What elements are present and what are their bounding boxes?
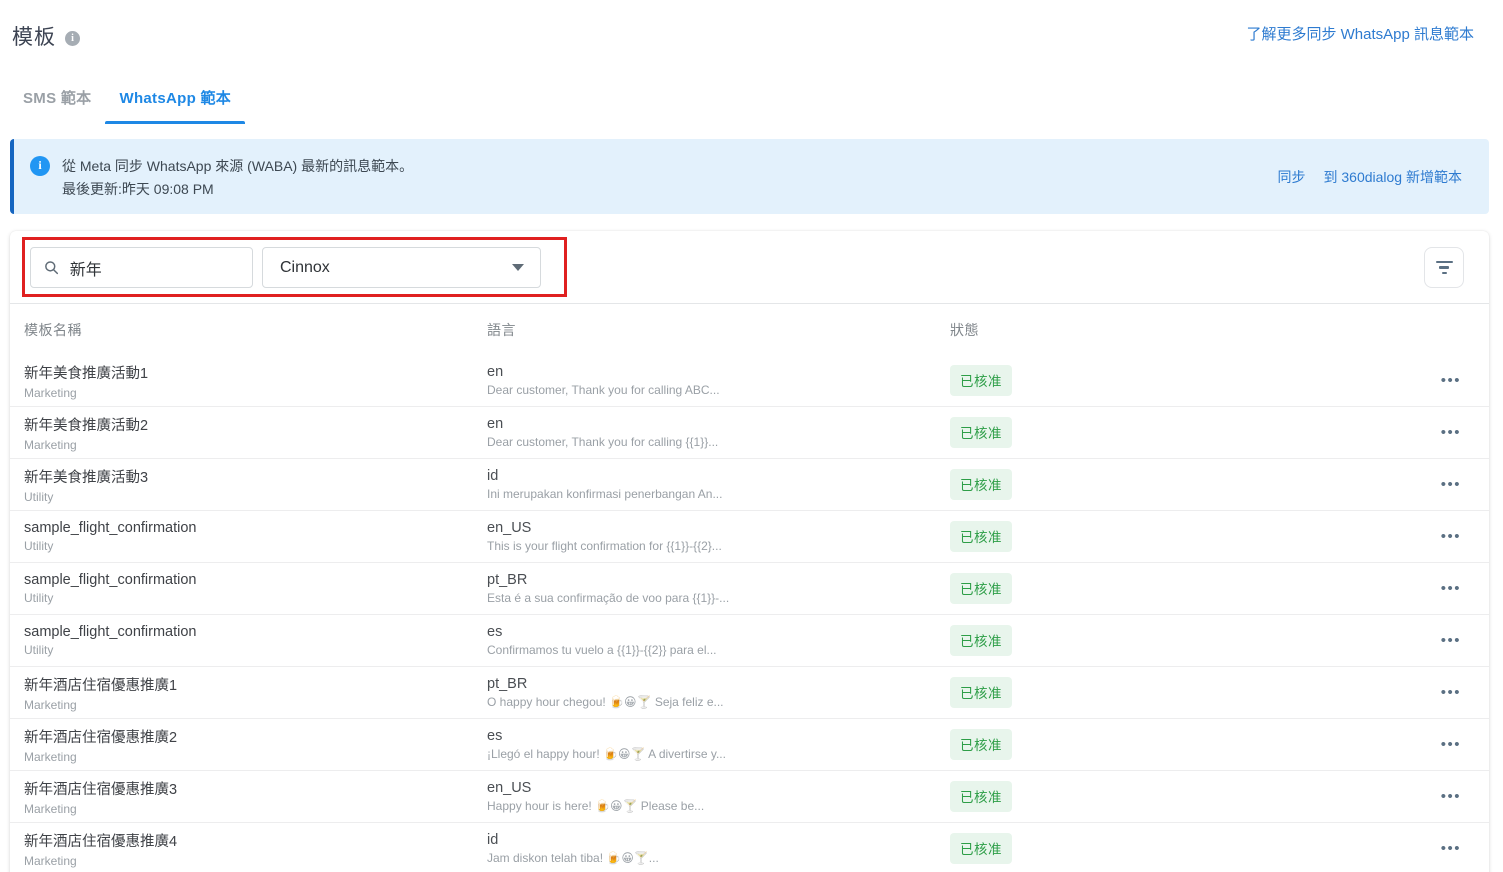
- status-badge: 已核准: [950, 729, 1012, 760]
- template-table-body: 新年美食推廣活動1 Marketing en Dear customer, Th…: [10, 355, 1489, 872]
- banner-line2: 最後更新:昨天 09:08 PM: [62, 180, 214, 197]
- table-toolbar: Cinnox: [10, 231, 1489, 304]
- tab-sms-templates[interactable]: SMS 範本: [9, 87, 105, 124]
- message-preview: Happy hour is here! 🍺😀🍸 Please be...: [487, 799, 705, 813]
- template-category: Utility: [24, 489, 54, 504]
- template-name: 新年酒店住宿優惠推廣1: [24, 677, 178, 694]
- template-name: 新年美食推廣活動2: [24, 417, 149, 434]
- search-input[interactable]: [69, 258, 242, 277]
- language-code: id: [487, 468, 499, 484]
- template-name: sample_flight_confirmation: [24, 520, 197, 536]
- template-category: Marketing: [24, 801, 77, 816]
- message-preview: O happy hour chegou! 🍺😀🍸 Seja feliz e...: [487, 695, 724, 709]
- row-menu-button[interactable]: •••: [1441, 577, 1461, 600]
- status-badge: 已核准: [950, 573, 1012, 604]
- status-badge: 已核准: [950, 417, 1012, 448]
- message-preview: Confirmamos tu vuelo a {{1}}-{{2}} para …: [487, 643, 717, 657]
- tab-whatsapp-templates[interactable]: WhatsApp 範本: [105, 87, 245, 124]
- templates-card: Cinnox 模板名稱 語言 狀態 新年美食推廣活動1 Marketing en…: [10, 231, 1489, 872]
- sync-link[interactable]: 同步: [1277, 167, 1305, 187]
- template-name: sample_flight_confirmation: [24, 624, 197, 640]
- status-badge: 已核准: [950, 677, 1012, 708]
- row-menu-button[interactable]: •••: [1441, 421, 1461, 444]
- message-preview: Dear customer, Thank you for calling ABC…: [487, 383, 720, 397]
- language-code: pt_BR: [487, 572, 528, 588]
- row-menu-button[interactable]: •••: [1441, 629, 1461, 652]
- row-menu-button[interactable]: •••: [1441, 369, 1461, 392]
- row-menu-button[interactable]: •••: [1441, 681, 1461, 704]
- language-code: es: [487, 728, 503, 744]
- template-category: Marketing: [24, 385, 77, 400]
- template-category: Marketing: [24, 697, 77, 712]
- status-badge: 已核准: [950, 521, 1012, 552]
- status-badge: 已核准: [950, 469, 1012, 500]
- template-name: 新年美食推廣活動3: [24, 469, 149, 486]
- filter-button[interactable]: [1424, 247, 1464, 288]
- message-preview: Jam diskon telah tiba! 🍺😀🍸...: [487, 851, 659, 865]
- column-header-template-name: 模板名稱: [24, 321, 82, 338]
- language-code: pt_BR: [487, 676, 528, 692]
- template-name: 新年酒店住宿優惠推廣4: [24, 833, 178, 850]
- message-preview: Ini merupakan konfirmasi penerbangan An.…: [487, 487, 723, 501]
- column-header-language: 語言: [487, 321, 516, 338]
- message-preview: ¡Llegó el happy hour! 🍺😀🍸 A divertirse y…: [487, 747, 726, 761]
- table-row[interactable]: sample_flight_confirmation Utility es Co…: [10, 615, 1489, 667]
- language-code: en_US: [487, 520, 532, 536]
- banner-info-icon: i: [30, 155, 50, 176]
- channel-select[interactable]: Cinnox: [262, 247, 541, 288]
- language-code: en: [487, 416, 504, 432]
- language-code: en: [487, 364, 504, 380]
- table-row[interactable]: sample_flight_confirmation Utility pt_BR…: [10, 563, 1489, 615]
- message-preview: This is your flight confirmation for {{1…: [487, 539, 722, 553]
- search-box: [30, 247, 253, 288]
- table-row[interactable]: sample_flight_confirmation Utility en_US…: [10, 511, 1489, 563]
- channel-select-value: Cinnox: [280, 258, 330, 276]
- template-category: Marketing: [24, 437, 77, 452]
- template-name: 新年美食推廣活動1: [24, 365, 149, 382]
- table-row[interactable]: 新年酒店住宿優惠推廣1 Marketing pt_BR O happy hour…: [10, 667, 1489, 719]
- status-badge: 已核准: [950, 365, 1012, 396]
- info-icon[interactable]: i: [65, 30, 80, 46]
- template-name: sample_flight_confirmation: [24, 572, 197, 588]
- status-badge: 已核准: [950, 625, 1012, 656]
- row-menu-button[interactable]: •••: [1441, 785, 1461, 808]
- table-header-row: 模板名稱 語言 狀態: [10, 304, 1489, 355]
- table-row[interactable]: 新年美食推廣活動1 Marketing en Dear customer, Th…: [10, 355, 1489, 407]
- table-row[interactable]: 新年酒店住宿優惠推廣2 Marketing es ¡Llegó el happy…: [10, 719, 1489, 771]
- learn-more-link[interactable]: 了解更多同步 WhatsApp 訊息範本: [1246, 23, 1474, 44]
- status-badge: 已核准: [950, 833, 1012, 864]
- template-name: 新年酒店住宿優惠推廣2: [24, 729, 178, 746]
- column-header-status: 狀態: [950, 321, 979, 338]
- banner-text: 從 Meta 同步 WhatsApp 來源 (WABA) 最新的訊息範本。 最後…: [62, 155, 413, 201]
- message-preview: Dear customer, Thank you for calling {{1…: [487, 435, 719, 449]
- template-category: Marketing: [24, 749, 77, 764]
- table-row[interactable]: 新年酒店住宿優惠推廣4 Marketing id Jam diskon tela…: [10, 823, 1489, 872]
- row-menu-button[interactable]: •••: [1441, 837, 1461, 860]
- sync-info-banner: i 從 Meta 同步 WhatsApp 來源 (WABA) 最新的訊息範本。 …: [10, 139, 1489, 214]
- row-menu-button[interactable]: •••: [1441, 525, 1461, 548]
- language-code: id: [487, 832, 499, 848]
- template-category: Utility: [24, 591, 54, 605]
- status-badge: 已核准: [950, 781, 1012, 812]
- row-menu-button[interactable]: •••: [1441, 733, 1461, 756]
- add-template-360dialog-link[interactable]: 到 360dialog 新增範本: [1323, 167, 1462, 187]
- page-header: 模板 i 了解更多同步 WhatsApp 訊息範本: [0, 0, 1503, 51]
- filter-icon: [1435, 260, 1453, 275]
- template-category: Utility: [24, 643, 54, 657]
- tab-bar: SMS 範本 WhatsApp 範本: [9, 87, 1503, 124]
- search-icon: [45, 261, 59, 275]
- banner-line1: 從 Meta 同步 WhatsApp 來源 (WABA) 最新的訊息範本。: [62, 157, 414, 174]
- table-row[interactable]: 新年美食推廣活動3 Utility id Ini merupakan konfi…: [10, 459, 1489, 511]
- template-category: Utility: [24, 539, 54, 553]
- language-code: es: [487, 624, 503, 640]
- table-row[interactable]: 新年酒店住宿優惠推廣3 Marketing en_US Happy hour i…: [10, 771, 1489, 823]
- table-row[interactable]: 新年美食推廣活動2 Marketing en Dear customer, Th…: [10, 407, 1489, 459]
- chevron-down-icon: [512, 264, 524, 271]
- template-category: Marketing: [24, 853, 77, 868]
- page-title: 模板: [12, 26, 56, 49]
- message-preview: Esta é a sua confirmação de voo para {{1…: [487, 591, 730, 605]
- template-name: 新年酒店住宿優惠推廣3: [24, 781, 178, 798]
- language-code: en_US: [487, 780, 532, 796]
- row-menu-button[interactable]: •••: [1441, 473, 1461, 496]
